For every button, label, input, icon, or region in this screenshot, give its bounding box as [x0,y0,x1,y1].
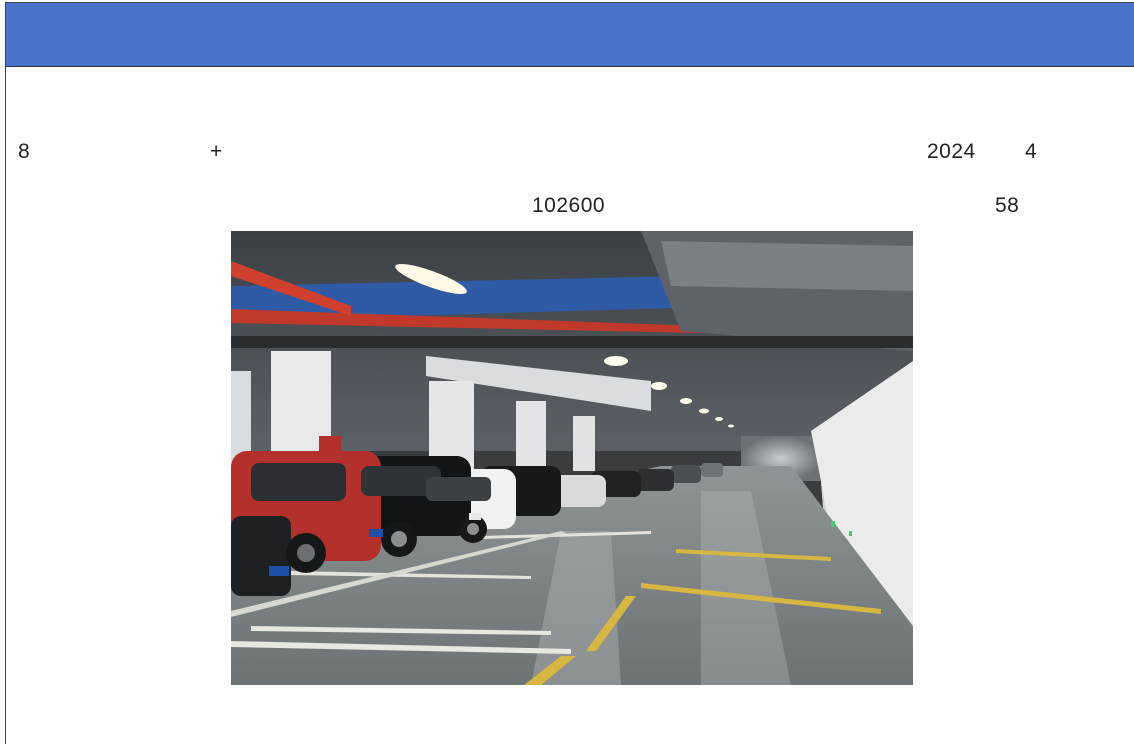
month-value: 4 [1025,140,1038,163]
lead-number: 8 [18,140,31,163]
parking-garage-illustration [231,231,913,685]
header-bar [6,3,1134,67]
parking-garage-image [231,231,913,685]
count-value: 58 [995,194,1020,217]
year-value: 2024 [927,140,976,163]
code-value: 102600 [532,194,606,217]
plus-sign: + [210,140,223,163]
